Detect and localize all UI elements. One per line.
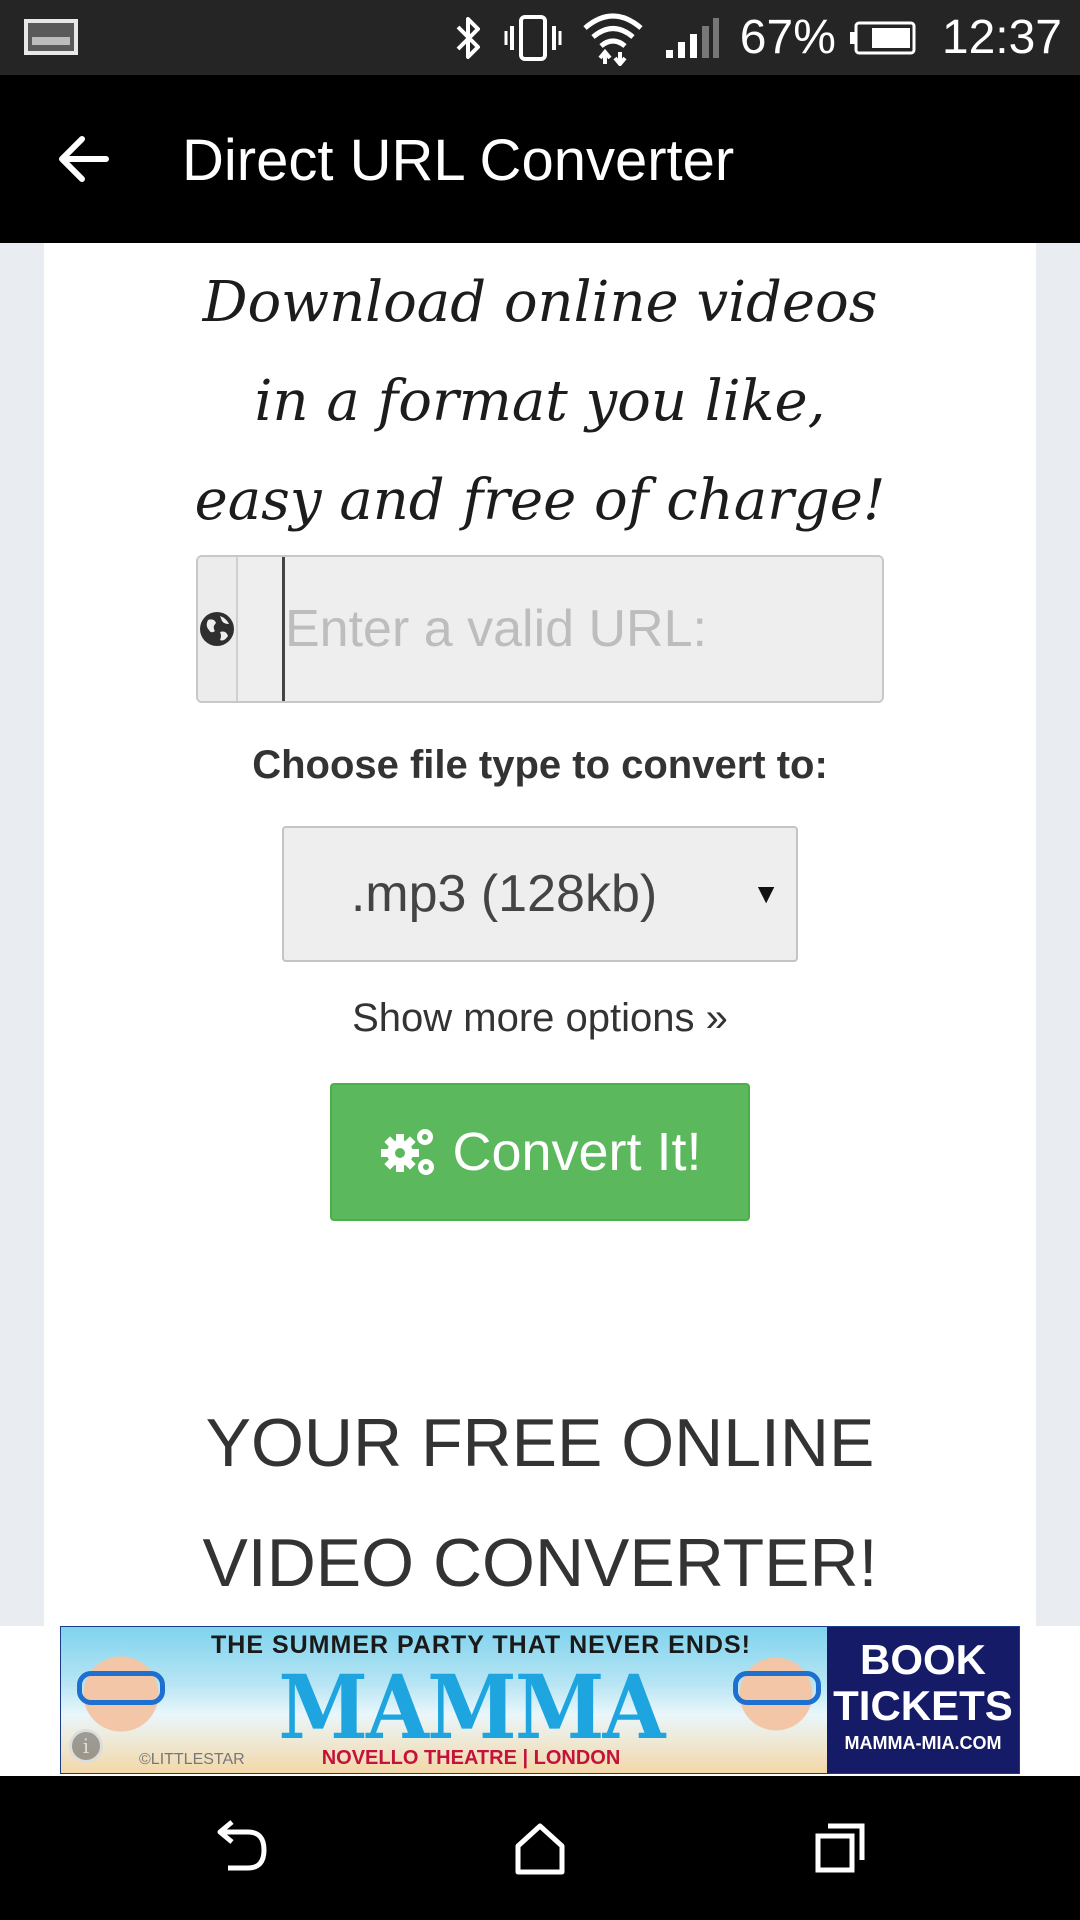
app-bar: Direct URL Converter <box>0 75 1080 243</box>
ad-credit: ©LITTLESTAR <box>139 1751 245 1768</box>
filetype-select[interactable]: .mp3 (128kb) ▼ <box>282 826 798 962</box>
ad-banner[interactable]: THE SUMMER PARTY THAT NEVER ENDS! MAMMA … <box>60 1626 1020 1774</box>
battery-icon <box>849 21 916 55</box>
tagline-line: Download online videos <box>202 270 878 335</box>
ad-book-tickets-button[interactable]: BOOK TICKETS MAMMA-MIA.COM <box>827 1627 1019 1773</box>
headline: YOUR FREE ONLINE VIDEO CONVERTER! <box>44 1383 1036 1623</box>
status-icons: 67% 12:37 <box>454 0 1062 75</box>
headline-line: YOUR FREE ONLINE <box>205 1405 875 1481</box>
content-card: Download online videos in a format you l… <box>44 243 1036 1626</box>
convert-button[interactable]: Convert It! <box>330 1083 750 1221</box>
recents-icon[interactable] <box>804 1812 876 1884</box>
vibrate-icon <box>504 14 562 62</box>
filetype-selected-value: .mp3 (128kb) <box>350 865 658 923</box>
ad-glasses-graphic <box>733 1671 821 1705</box>
signal-icon <box>664 16 720 60</box>
tagline: Download online videos in a format you l… <box>44 253 1036 550</box>
wifi-icon <box>582 10 644 66</box>
back-icon[interactable] <box>204 1812 276 1884</box>
show-more-options-link[interactable]: Show more options » <box>44 996 1036 1041</box>
convert-button-label: Convert It! <box>452 1122 702 1182</box>
ad-info-icon[interactable]: i <box>69 1729 103 1763</box>
gears-icon <box>378 1125 438 1179</box>
filetype-label: Choose file type to convert to: <box>252 743 828 787</box>
screenshot-icon <box>24 19 78 55</box>
ad-cta-line: TICKETS <box>833 1682 1013 1729</box>
ad-cta-line: BOOK <box>860 1636 986 1683</box>
status-bar: 67% 12:37 <box>0 0 1080 75</box>
ad-cta-url: MAMMA-MIA.COM <box>844 1733 1002 1753</box>
ad-area: THE SUMMER PARTY THAT NEVER ENDS! MAMMA … <box>0 1626 1080 1776</box>
battery-percent: 67% <box>739 11 836 64</box>
tagline-line: in a format you like, <box>254 369 826 434</box>
dropdown-arrow-icon: ▼ <box>752 878 780 909</box>
clock: 12:37 <box>941 11 1062 64</box>
home-icon[interactable] <box>504 1812 576 1884</box>
url-input-group <box>196 555 884 703</box>
url-input[interactable] <box>282 557 882 701</box>
app-title: Direct URL Converter <box>182 128 735 193</box>
navigation-bar <box>0 1776 1080 1920</box>
arrow-left-icon[interactable] <box>56 131 112 187</box>
globe-icon <box>198 557 238 701</box>
ad-subline: NOVELLO THEATRE | LONDON <box>321 1747 621 1769</box>
bluetooth-icon <box>454 15 484 61</box>
tagline-line: easy and free of charge! <box>194 468 886 533</box>
ad-glasses-graphic <box>77 1671 165 1705</box>
headline-line: VIDEO CONVERTER! <box>202 1525 878 1601</box>
